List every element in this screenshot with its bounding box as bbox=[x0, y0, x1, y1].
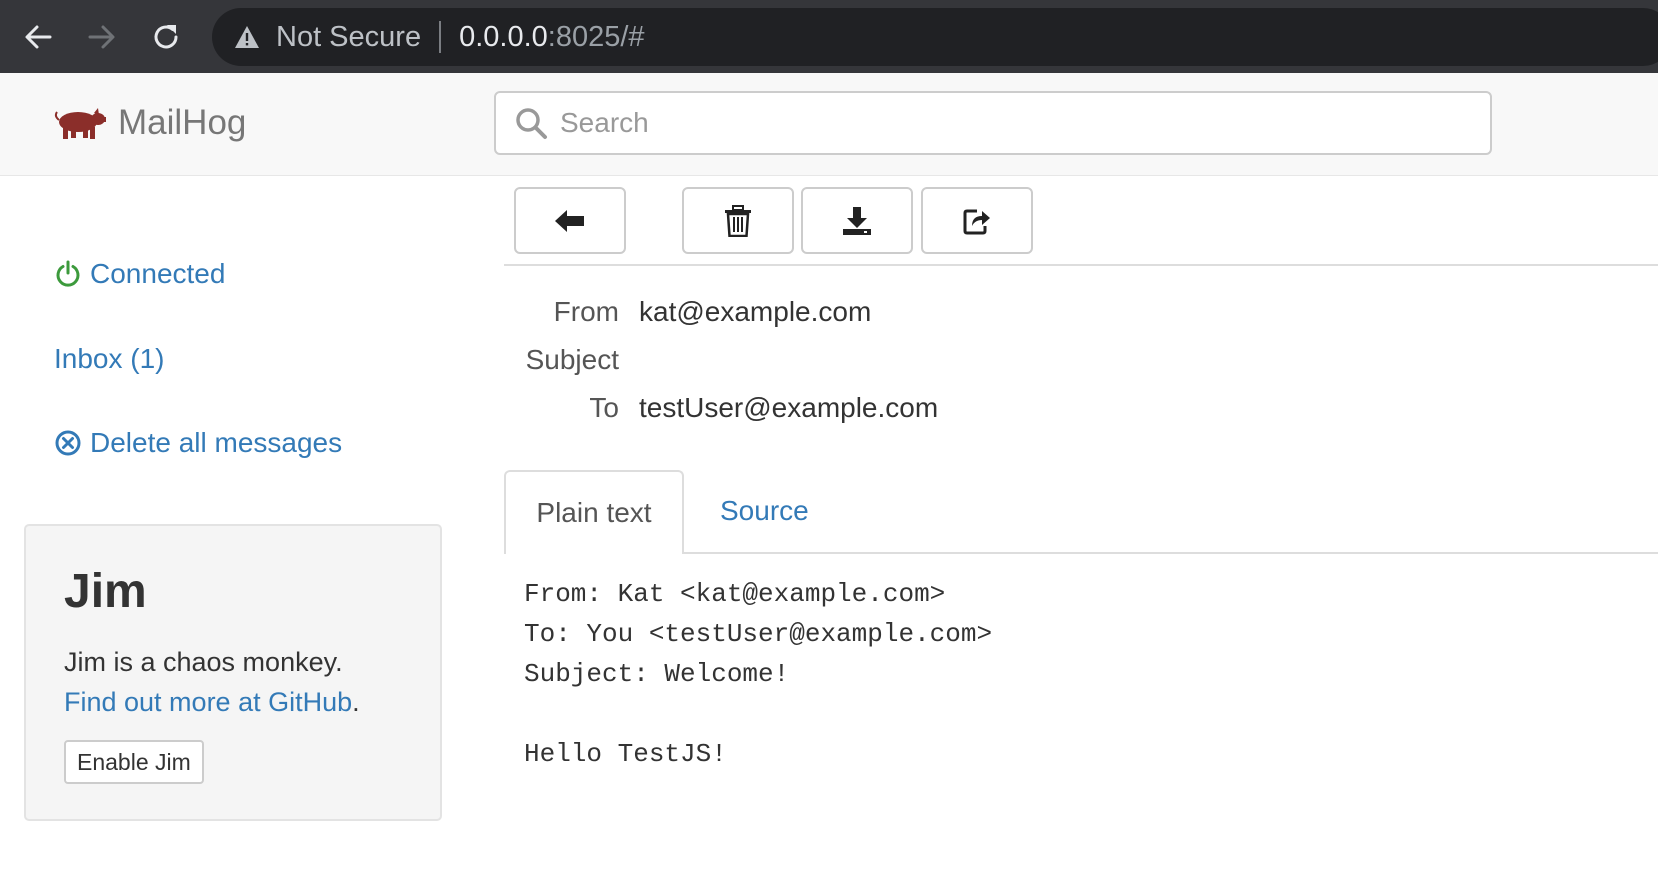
arrow-right-icon bbox=[88, 25, 115, 49]
header-label-from: From bbox=[553, 296, 619, 327]
jim-description: Jim is a chaos monkey. bbox=[64, 647, 343, 677]
reload-icon bbox=[154, 25, 178, 49]
jim-link-suffix: . bbox=[352, 687, 360, 717]
search-input[interactable] bbox=[558, 106, 1462, 140]
body-line: Hello TestJS! bbox=[524, 739, 727, 769]
connected-label: Connected bbox=[90, 258, 226, 289]
warning-icon bbox=[232, 22, 262, 52]
jim-title: Jim bbox=[64, 565, 147, 618]
jim-panel: Jim Jim is a chaos monkey. Find out more… bbox=[24, 524, 442, 821]
jim-description-block: Jim is a chaos monkey. Find out more at … bbox=[64, 642, 360, 722]
forward-button[interactable] bbox=[78, 14, 126, 60]
enable-jim-button[interactable]: Enable Jim bbox=[64, 740, 204, 784]
tab-source[interactable]: Source bbox=[720, 495, 809, 527]
arrow-left-icon bbox=[555, 209, 584, 232]
power-icon bbox=[56, 260, 80, 287]
body-line: From: Kat <kat@example.com> bbox=[524, 579, 946, 609]
delete-message-button[interactable] bbox=[682, 187, 794, 254]
inbox-label: Inbox (1) bbox=[54, 343, 165, 374]
address-bar[interactable]: Not Secure 0.0.0.0:8025/# bbox=[212, 8, 1658, 66]
share-icon bbox=[963, 209, 990, 234]
toolbar-divider bbox=[504, 264, 1658, 266]
header-value-from: kat@example.com bbox=[639, 296, 872, 327]
back-to-inbox-button[interactable] bbox=[514, 187, 626, 254]
tab-plain-text[interactable]: Plain text bbox=[504, 470, 684, 554]
sidebar-item-inbox[interactable]: Inbox (1) bbox=[54, 343, 165, 375]
url-path: :8025/# bbox=[547, 20, 645, 53]
brand-name: MailHog bbox=[118, 103, 247, 142]
search-icon bbox=[516, 108, 547, 139]
delete-all-label: Delete all messages bbox=[90, 427, 343, 458]
message-body: From: Kat <kat@example.com> To: You <test… bbox=[524, 574, 992, 774]
header-value-to: testUser@example.com bbox=[639, 392, 939, 423]
url-divider bbox=[439, 21, 442, 53]
delete-all-messages-link[interactable]: Delete all messages bbox=[54, 427, 342, 459]
trash-icon bbox=[725, 204, 751, 237]
body-line: To: You <testUser@example.com> bbox=[524, 619, 993, 649]
search-box[interactable] bbox=[494, 91, 1492, 155]
back-button[interactable] bbox=[14, 14, 62, 60]
arrow-left-icon bbox=[25, 25, 52, 49]
tabs-divider bbox=[684, 552, 1658, 554]
security-label[interactable]: Not Secure bbox=[276, 21, 421, 54]
body-line bbox=[524, 694, 992, 734]
header-label-to: To bbox=[589, 392, 619, 423]
delete-circle-icon bbox=[55, 430, 81, 456]
pig-logo-icon bbox=[54, 108, 106, 139]
body-line: Subject: Welcome! bbox=[524, 659, 790, 689]
browser-toolbar: Not Secure 0.0.0.0:8025/# bbox=[0, 0, 1658, 73]
release-message-button[interactable] bbox=[921, 187, 1033, 254]
download-icon bbox=[843, 206, 871, 235]
url-host: 0.0.0.0 bbox=[459, 20, 548, 53]
header-label-subject: Subject bbox=[525, 344, 619, 375]
brand-link[interactable]: MailHog bbox=[54, 103, 246, 143]
jim-github-link[interactable]: Find out more at GitHub bbox=[64, 687, 352, 717]
download-message-button[interactable] bbox=[801, 187, 913, 254]
connection-status[interactable]: Connected bbox=[54, 258, 225, 290]
reload-button[interactable] bbox=[142, 14, 190, 60]
app-navbar: MailHog bbox=[0, 73, 1658, 176]
